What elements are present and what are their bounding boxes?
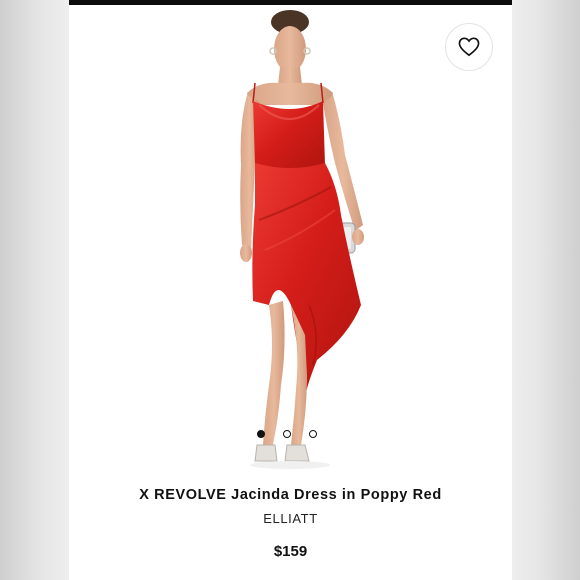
product-brand[interactable]: ELLIATT [69, 511, 512, 526]
carousel-indicators [257, 430, 317, 438]
favorite-button[interactable] [445, 23, 493, 71]
product-image[interactable] [69, 5, 512, 475]
carousel-dot-2[interactable] [283, 430, 291, 438]
heart-outline-icon [458, 37, 480, 57]
product-card: X REVOLVE Jacinda Dress in Poppy Red ELL… [69, 0, 512, 580]
product-price: $159 [273, 543, 308, 560]
carousel-dot-1[interactable] [257, 430, 265, 438]
product-title[interactable]: X REVOLVE Jacinda Dress in Poppy Red [69, 487, 512, 503]
left-background [0, 0, 69, 580]
carousel-dot-3[interactable] [309, 430, 317, 438]
right-background [512, 0, 580, 580]
